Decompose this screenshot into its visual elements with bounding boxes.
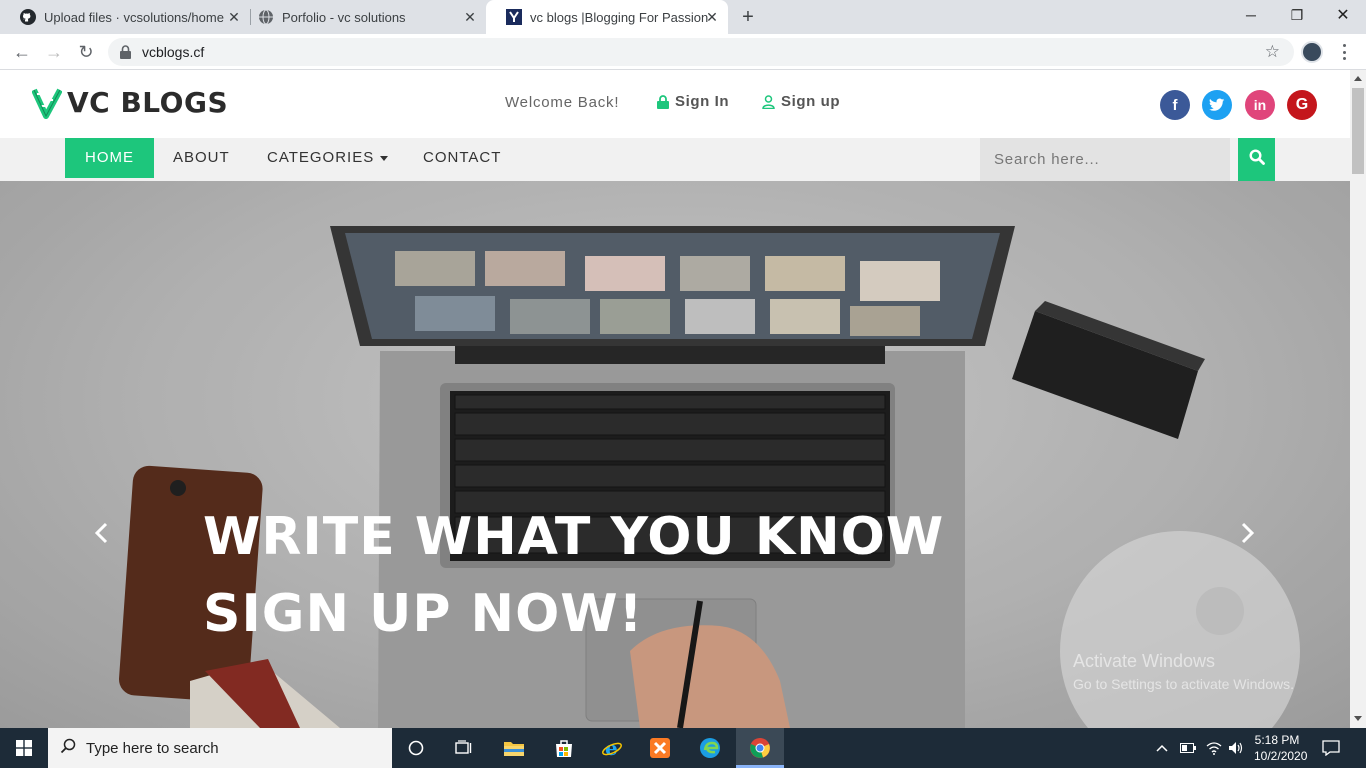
search-icon [1248,149,1265,170]
clock-date: 10/2/2020 [1254,749,1308,763]
search-button[interactable] [1238,138,1275,181]
reload-icon[interactable]: ↻ [76,42,96,62]
page-scrollbar[interactable] [1350,70,1366,728]
hero-carousel: WRITE WHAT YOU KNOW SIGN UP NOW! Activat… [0,181,1350,728]
github-icon [20,9,36,25]
cortana-icon[interactable] [392,728,440,768]
file-explorer-icon[interactable] [490,728,538,768]
wifi-icon[interactable] [1206,728,1224,768]
scroll-down-icon[interactable] [1354,716,1362,721]
nav-about[interactable]: ABOUT [153,138,250,178]
tab-title: Porfolio - vc solutions [282,9,406,25]
windows-taskbar: Type here to search e 5:18 PM 10/2/2020 [0,728,1366,768]
activate-windows-subtitle: Go to Settings to activate Windows. [1073,676,1294,692]
tab-close-icon[interactable]: ✕ [462,9,478,25]
url-text: vcblogs.cf [142,44,205,60]
webpage: VC BLOGS Welcome Back! Sign In Sign up f… [0,70,1350,728]
address-bar[interactable]: vcblogs.cf ☆ [108,38,1294,66]
volume-icon[interactable] [1228,728,1246,768]
xampp-icon[interactable] [636,728,684,768]
battery-icon[interactable] [1180,728,1198,768]
tray-chevron-up-icon[interactable] [1156,728,1172,768]
taskbar-search-placeholder: Type here to search [86,739,219,757]
profile-avatar[interactable] [1301,41,1323,63]
tab-title: vc blogs |Blogging For Passion [530,9,709,25]
minimize-button[interactable]: ─ [1228,0,1274,30]
hero-title-line2: SIGN UP NOW! [203,584,644,644]
bookmark-star-icon[interactable]: ☆ [1265,42,1280,62]
carousel-prev-icon[interactable] [91,521,111,545]
sign-up-label: Sign up [781,93,841,110]
caret-down-icon [380,155,389,161]
edge-icon[interactable] [686,728,734,768]
nav-contact[interactable]: CONTACT [403,138,521,178]
close-window-button[interactable]: ✕ [1320,0,1366,30]
hero-overlay [0,181,1350,728]
internet-explorer-icon[interactable]: e [588,728,636,768]
forward-arrow-icon[interactable]: → [44,42,64,62]
search-icon [60,738,76,759]
clock-time: 5:18 PM [1254,733,1300,747]
globe-icon [258,9,274,25]
tab-close-icon[interactable]: ✕ [704,9,720,25]
activate-windows-title: Activate Windows [1073,651,1216,671]
new-tab-button[interactable]: + [738,6,758,28]
facebook-icon[interactable]: f [1160,90,1190,120]
browser-tab-strip: Upload files · vcsolutions/home ✕ Porfol… [0,0,1366,34]
hero-title-line1: WRITE WHAT YOU KNOW [203,507,945,567]
nav-categories[interactable]: CATEGORIES [247,138,408,178]
vc-favicon-icon [506,9,522,25]
twitter-icon[interactable] [1202,90,1232,120]
carousel-next-icon[interactable] [1238,521,1258,545]
windows-start-icon[interactable] [0,728,48,768]
scrollbar-thumb[interactable] [1352,88,1364,174]
welcome-text: Welcome Back! [505,94,620,111]
browser-menu-icon[interactable] [1341,41,1347,63]
lock-icon [120,45,131,59]
lock-icon [657,94,669,109]
sign-in-label: Sign In [675,93,730,110]
scroll-up-icon[interactable] [1354,76,1362,81]
notification-center-icon[interactable] [1322,728,1344,768]
site-header: VC BLOGS Welcome Back! Sign In Sign up f… [0,70,1350,138]
sign-in-link[interactable]: Sign In [657,93,729,110]
tab-portfolio[interactable]: Porfolio - vc solutions ✕ [238,0,486,34]
site-search-input[interactable] [980,138,1230,181]
nav-categories-label: CATEGORIES [267,149,375,166]
restore-button[interactable]: ❐ [1274,0,1320,30]
chrome-icon[interactable] [736,728,784,768]
site-logo-text[interactable]: VC BLOGS [67,86,228,119]
taskbar-clock[interactable]: 5:18 PM 10/2/2020 [1254,732,1308,764]
user-icon [762,94,775,109]
browser-toolbar: ← → ↻ vcblogs.cf ☆ [0,34,1366,70]
linkedin-icon[interactable]: in [1245,90,1275,120]
tab-title: Upload files · vcsolutions/home [44,9,224,25]
taskbar-search-box[interactable]: Type here to search [48,728,392,768]
google-plus-icon[interactable]: G [1287,90,1317,120]
logo-icon[interactable] [31,86,63,120]
sign-up-link[interactable]: Sign up [762,93,840,110]
tab-github[interactable]: Upload files · vcsolutions/home ✕ [0,0,250,34]
tab-vcblogs[interactable]: vc blogs |Blogging For Passion ✕ [486,0,728,34]
task-view-icon[interactable] [440,728,488,768]
back-arrow-icon[interactable]: ← [12,42,32,62]
nav-home[interactable]: HOME [65,138,154,178]
store-icon[interactable] [540,728,588,768]
